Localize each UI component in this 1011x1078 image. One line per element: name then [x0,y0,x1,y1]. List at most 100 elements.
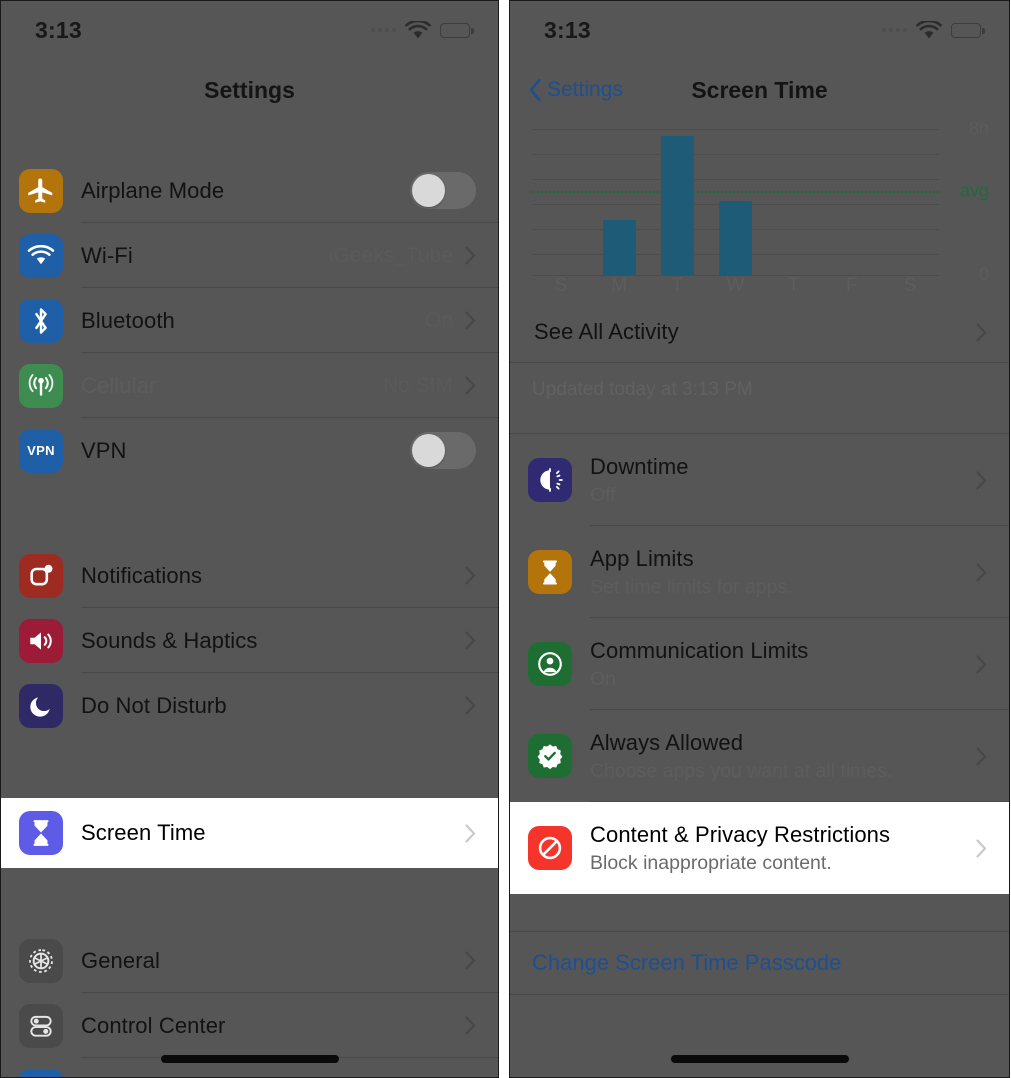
status-indicators [371,20,474,40]
bar-cell [532,129,590,275]
see-all-activity-row[interactable]: See All Activity [510,301,1009,363]
home-indicator [160,1055,339,1063]
chevron-left-icon [529,78,541,102]
settings-row-notifications[interactable]: Notifications [1,543,498,608]
x-label: T [671,275,684,296]
row-label: Communication Limits [590,637,809,663]
status-bar-right: 3:13 [510,1,1009,59]
status-bar-left: 3:13 [1,1,498,59]
row-value: On [424,308,453,332]
chevron-right-icon [465,696,476,715]
airplane-mode-toggle[interactable] [410,172,476,209]
settings-row-wifi[interactable]: Wi-Fi iGeeks_Tube [1,223,498,288]
moon-icon [19,683,63,728]
bar-cell [823,129,881,275]
checkmark-seal-icon [528,734,572,778]
row-label: VPN [81,437,127,463]
chevron-right-icon [976,562,987,582]
settings-row-do-not-disturb[interactable]: Do Not Disturb [1,673,498,738]
y-axis-label-min: 0 [978,264,989,285]
x-label: M [611,275,628,296]
chart-plot-area: 8h avg 0 S M T W T F S [532,119,1001,301]
settings-row-screen-time[interactable]: Screen Time [1,798,498,868]
gear-icon [19,938,63,983]
row-label: Wi-Fi [81,242,133,268]
bar-monday [602,220,636,275]
row-value: No SIM [382,373,453,397]
average-label: avg [959,180,989,201]
chevron-right-icon [976,654,987,674]
cellular-icon [19,363,63,408]
notifications-icon [19,553,63,598]
nav-bar-right: Settings Screen Time [510,59,1009,121]
screen-time-chart[interactable]: 8h avg 0 S M T W T F S [510,119,1009,301]
signal-dots-icon [882,28,907,32]
row-label: Notifications [81,562,203,588]
y-axis-label-max: 8h [968,118,989,139]
chevron-right-icon [976,746,987,766]
sounds-icon [19,618,63,663]
link-label: Change Screen Time Passcode [532,950,842,975]
back-button[interactable]: Settings [528,78,623,102]
wifi-icon [19,233,63,278]
settings-row-cellular[interactable]: Cellular No SIM [1,353,498,418]
row-label: App Limits [590,545,694,571]
row-label: Screen Time [81,820,206,845]
bar-cell [648,129,706,275]
status-indicators [882,20,985,40]
row-label: See All Activity [534,319,679,344]
row-subtitle: Off [590,483,616,506]
settings-row-bluetooth[interactable]: Bluetooth On [1,288,498,353]
airplane-icon [19,168,63,213]
bluetooth-icon [19,298,63,343]
row-label: Control Center [81,1012,226,1038]
status-time: 3:13 [544,16,591,43]
chevron-right-icon [465,246,476,265]
settings-row-general[interactable]: General [1,928,498,993]
settings-row-control-center[interactable]: Control Center [1,993,498,1058]
screen-time-row-communication-limits[interactable]: Communication Limits On [510,618,1009,710]
chevron-right-icon [976,838,987,858]
row-label: Sounds & Haptics [81,627,258,653]
chevron-right-icon [465,311,476,330]
chevron-right-icon [465,1016,476,1035]
screen-time-row-app-limits[interactable]: App Limits Set time limits for apps. [510,526,1009,618]
screen-time-row-always-allowed[interactable]: Always Allowed Choose apps you want at a… [510,710,1009,802]
chevron-right-icon [465,376,476,395]
chevron-right-icon [465,631,476,650]
nav-bar-left: Settings [1,59,498,121]
screen-time-row-content-privacy-restrictions[interactable]: Content & Privacy Restrictions Block ina… [510,802,1009,894]
row-label: Bluetooth [81,307,175,333]
row-subtitle: Set time limits for apps. [590,575,793,598]
hourglass-icon [19,811,63,855]
x-label: F [845,275,858,296]
wifi-icon [405,20,431,38]
settings-row-sounds-haptics[interactable]: Sounds & Haptics [1,608,498,673]
display-brightness-icon: AA [19,1068,63,1077]
change-screen-time-passcode-link[interactable]: Change Screen Time Passcode [510,931,1009,995]
row-value: iGeeks_Tube [328,243,453,267]
page-title: Settings [204,76,295,103]
settings-row-vpn[interactable]: VPN VPN [1,418,498,483]
settings-row-airplane-mode[interactable]: Airplane Mode [1,158,498,223]
row-label: Cellular [81,372,157,398]
row-subtitle: Choose apps you want at all times. [590,759,893,782]
vpn-toggle[interactable] [410,432,476,469]
row-subtitle: Block inappropriate content. [590,851,832,874]
left-phone-settings: 3:13 Settings Airplane Mode Wi-Fi iGeeks… [0,0,499,1078]
screen-time-row-downtime[interactable]: Downtime Off [510,434,1009,526]
x-label: S [903,275,917,296]
battery-icon [951,22,985,38]
bar-cell [590,129,648,275]
vpn-icon: VPN [19,428,63,473]
bar-wednesday [718,200,752,275]
chevron-right-icon [465,566,476,585]
back-label: Settings [547,78,623,101]
x-label: T [787,275,800,296]
row-label: Downtime [590,453,689,479]
